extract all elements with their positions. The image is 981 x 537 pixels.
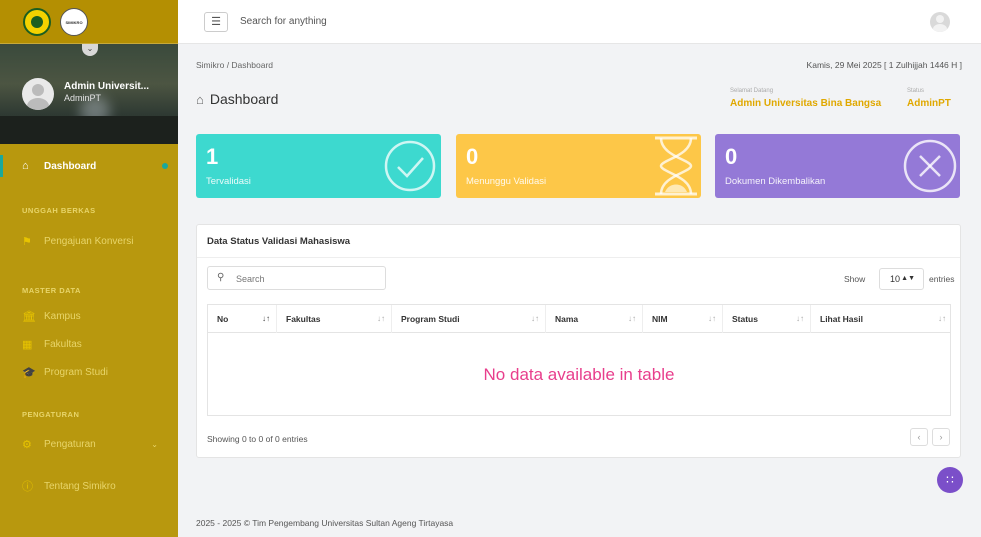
sidebar-logo-area: SIMIKRO	[0, 0, 178, 44]
column-header-nim[interactable]: NIM ↓↑	[643, 305, 723, 333]
show-label: Show	[844, 274, 866, 284]
building-icon: ▦	[22, 338, 33, 351]
pagination-next-button[interactable]: ›	[932, 428, 950, 446]
avatar[interactable]	[22, 78, 54, 110]
table-search-input[interactable]	[236, 271, 376, 286]
sidebar-item-dashboard[interactable]: ⌂ Dashboard	[0, 155, 178, 177]
section-master-data: MASTER DATA	[22, 286, 81, 295]
data-table: No ↓↑ Fakultas ↓↑ Program Studi ↓↑ Nama ↓↑ N…	[207, 304, 951, 416]
column-header-fakultas[interactable]: Fakultas ↓↑	[277, 305, 392, 333]
sidebar-item-label: Dashboard	[44, 160, 97, 172]
column-header-status[interactable]: Status ↓↑	[723, 305, 811, 333]
user-profile-panel: ⌄ Admin Universit... AdminPT	[0, 44, 178, 144]
sort-icon: ↓↑	[708, 314, 716, 323]
sidebar-item-label: Kampus	[44, 310, 81, 322]
flag-icon: ⚑	[22, 235, 32, 248]
graduation-cap-icon: 🎓	[22, 366, 36, 379]
home-icon: ⌂	[22, 160, 29, 172]
hourglass-icon	[655, 136, 697, 196]
sidebar-item-fakultas[interactable]: ▦ Fakultas	[0, 333, 178, 355]
sort-icon: ↓↑	[262, 314, 270, 323]
entries-label: entries	[929, 274, 955, 284]
stat-label: Dokumen Dikembalikan	[725, 176, 826, 187]
sidebar-item-kampus[interactable]: 🏛 Kampus	[0, 305, 178, 327]
topbar: ☰ Search for anything	[178, 0, 981, 44]
status-label: Status	[907, 88, 925, 94]
sidebar-item-label: Pengaturan	[44, 438, 96, 450]
sidebar-item-pengaturan[interactable]: ⚙ Pengaturan ⌄	[0, 433, 178, 455]
stat-label: Tervalidasi	[206, 176, 251, 187]
sidebar: SIMIKRO ⌄ Admin Universit... AdminPT ⌂ D…	[0, 0, 178, 537]
check-circle-icon	[384, 140, 436, 192]
sort-icon: ↓↑	[531, 314, 539, 323]
pagination-previous-button[interactable]: ‹	[910, 428, 928, 446]
stat-card-dokumen-dikembalikan[interactable]: 0 Dokumen Dikembalikan	[715, 134, 960, 198]
gear-icon: ⚙	[22, 438, 32, 451]
column-header-nama[interactable]: Nama ↓↑	[546, 305, 643, 333]
home-icon: ⌂	[196, 91, 204, 107]
global-search-input[interactable]: Search for anything	[240, 16, 327, 27]
validation-status-panel: Data Status Validasi Mahasiswa ⚲ Show 10…	[196, 224, 961, 458]
university-logo[interactable]	[23, 8, 51, 36]
avatar[interactable]	[930, 12, 950, 32]
entries-per-page-value: 10	[890, 274, 901, 284]
sidebar-item-label: Pengajuan Konversi	[44, 235, 134, 247]
welcome-label: Selamat Datang	[730, 88, 774, 94]
panel-title: Data Status Validasi Mahasiswa	[207, 236, 351, 247]
column-header-lihat-hasil[interactable]: Lihat Hasil ↓↑	[811, 305, 952, 333]
footer-text: 2025 - 2025 © Tim Pengembang Universitas…	[196, 518, 454, 528]
user-name: Admin Universit...	[64, 81, 150, 92]
info-icon: ⓘ	[22, 481, 33, 493]
chevron-down-icon: ⌄	[151, 439, 158, 449]
entries-per-page-select[interactable]: 10 ▲▼	[879, 268, 924, 290]
column-header-program-studi[interactable]: Program Studi ↓↑	[392, 305, 546, 333]
simikro-logo[interactable]: SIMIKRO	[60, 8, 88, 36]
sidebar-item-pengajuan-konversi[interactable]: ⚑ Pengajuan Konversi	[0, 230, 178, 252]
column-header-no[interactable]: No ↓↑	[208, 305, 277, 333]
table-info: Showing 0 to 0 of 0 entries	[207, 434, 308, 444]
stat-number: 0	[466, 144, 479, 169]
section-unggah-berkas: UNGGAH BERKAS	[22, 206, 96, 215]
chevron-down-icon[interactable]: ⌄	[82, 44, 98, 56]
table-search[interactable]: ⚲	[207, 266, 386, 290]
university-icon: 🏛	[22, 310, 36, 323]
page-title-text: Dashboard	[209, 91, 279, 107]
hamburger-menu-button[interactable]: ☰	[204, 12, 228, 32]
stat-number: 1	[206, 144, 219, 169]
sort-icon: ↓↑	[796, 314, 804, 323]
user-role: AdminPT	[64, 93, 102, 103]
sort-icon: ↓↑	[377, 314, 385, 323]
sidebar-item-label: Fakultas	[44, 338, 82, 350]
x-circle-icon	[903, 139, 957, 193]
welcome-value: Admin Universitas Bina Bangsa	[730, 98, 882, 109]
sort-icon: ↓↑	[628, 314, 636, 323]
status-value: AdminPT	[907, 98, 951, 109]
stat-label: Menunggu Validasi	[466, 176, 547, 187]
search-icon: ⚲	[217, 272, 225, 283]
current-date: Kamis, 29 Mei 2025 [ 1 Zulhijjah 1446 H …	[806, 60, 962, 70]
breadcrumb: Simikro / Dashboard	[196, 60, 274, 70]
sidebar-item-label: Tentang Simikro	[44, 480, 116, 492]
stat-number: 0	[725, 144, 738, 169]
table-header-row: No ↓↑ Fakultas ↓↑ Program Studi ↓↑ Nama ↓↑ N…	[208, 305, 950, 333]
active-dot	[162, 163, 168, 169]
divider	[197, 257, 960, 258]
sidebar-item-program-studi[interactable]: 🎓 Program Studi	[0, 361, 178, 383]
chevron-updown-icon: ▲▼	[901, 275, 915, 282]
section-pengaturan: PENGATURAN	[22, 410, 80, 419]
page-title: ⌂ Dashboard	[196, 91, 278, 107]
stat-card-tervalidasi[interactable]: 1 Tervalidasi	[196, 134, 441, 198]
sidebar-item-tentang[interactable]: ⓘ Tentang Simikro	[0, 475, 178, 497]
stat-card-menunggu-validasi[interactable]: 0 Menunggu Validasi	[456, 134, 701, 198]
apps-grid-button[interactable]: ∷	[937, 467, 963, 493]
empty-table-message: No data available in table	[483, 365, 675, 384]
sidebar-item-label: Program Studi	[44, 366, 108, 378]
sort-icon: ↓↑	[938, 314, 946, 323]
